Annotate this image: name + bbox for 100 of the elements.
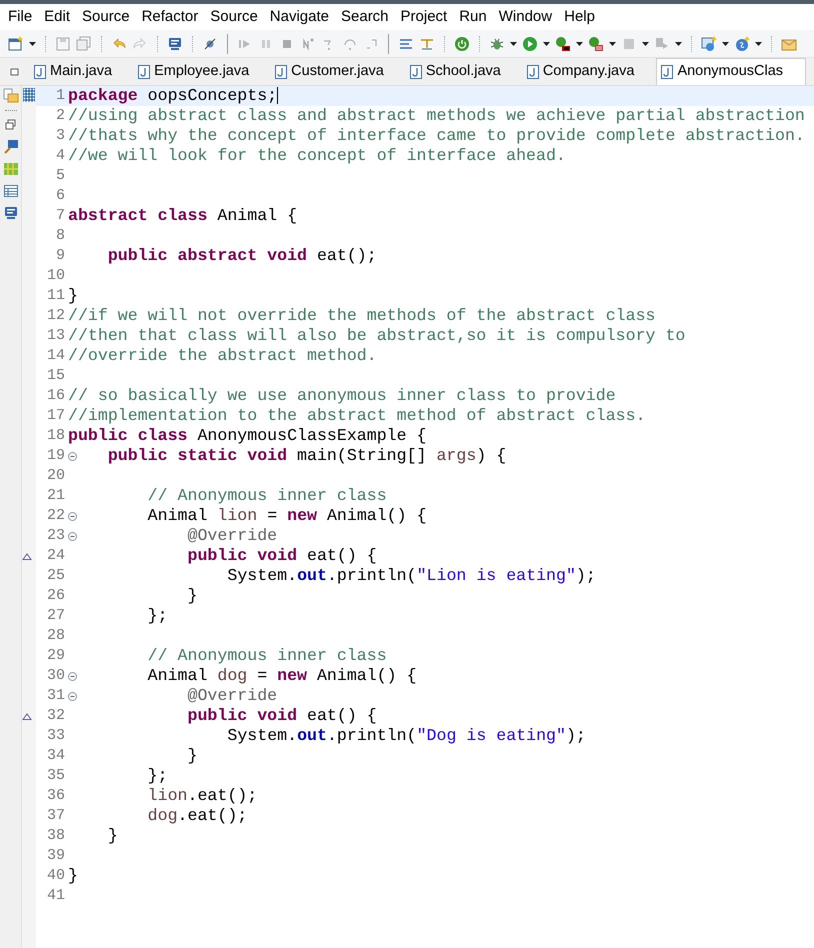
menu-item[interactable]: Run (453, 6, 493, 28)
code-line: //we will look for the concept of interface ahead. (68, 146, 566, 166)
caret-icon[interactable] (609, 42, 616, 46)
line-number: 40 (46, 866, 65, 886)
line-number: 36 (46, 786, 65, 806)
code-line: //thats why the concept of interface came to provide complete abstraction. (68, 126, 805, 146)
java-file-icon (34, 64, 46, 78)
code-line: public static void main(String[] args) { (108, 446, 506, 466)
line-number: 4 (56, 146, 65, 166)
line-number: 35 (46, 766, 65, 786)
caret-icon[interactable] (642, 42, 649, 46)
collapse-icon[interactable] (68, 672, 77, 681)
caret-icon[interactable] (675, 42, 682, 46)
code-line: }; (148, 766, 168, 786)
line-number: 21 (46, 486, 65, 506)
collapse-icon[interactable] (68, 512, 77, 521)
menu-item[interactable]: File (2, 6, 38, 28)
menu-item[interactable]: Navigate (264, 6, 335, 28)
code-line: // Anonymous inner class (148, 486, 387, 506)
menu-item[interactable]: Edit (38, 6, 76, 28)
line-number: 5 (56, 166, 65, 186)
caret-icon[interactable] (722, 42, 729, 46)
line-number: 31 (46, 686, 65, 706)
line-number: 6 (56, 186, 65, 206)
profile-icon[interactable] (588, 36, 604, 52)
editor-tab[interactable]: School.java (406, 58, 523, 85)
line-number: 15 (46, 366, 65, 386)
line-number: 9 (56, 246, 65, 266)
code-line: public abstract void eat(); (108, 246, 377, 266)
caret-icon[interactable] (755, 42, 762, 46)
line-number: 10 (46, 266, 65, 286)
code-line: // so basically we use anonymous inner class to provide (68, 386, 616, 406)
line-number: 28 (46, 626, 65, 646)
code-line: public void eat() { (188, 546, 377, 566)
new-file-icon[interactable] (8, 36, 24, 52)
monitor-icon[interactable] (167, 36, 183, 52)
code-line: // Anonymous inner class (148, 646, 387, 666)
menu-item[interactable]: Project (394, 6, 454, 28)
code-line: } (68, 866, 78, 886)
editor-tab[interactable]: Main.java (30, 58, 134, 85)
spring-icon[interactable] (734, 36, 750, 52)
undo-icon[interactable] (111, 36, 127, 52)
line-number: 17 (46, 406, 65, 426)
console-icon[interactable] (2, 205, 18, 221)
code-line: } (108, 826, 118, 846)
code-line: //then that class will also be abstract,so it is compulsory to (68, 326, 686, 346)
code-line: System.out.println("Lion is eating"); (227, 566, 596, 586)
code-line: public class AnonymousClassExample { (68, 426, 426, 446)
caret-icon[interactable] (510, 42, 517, 46)
code-line: Animal lion = new Animal() { (148, 506, 427, 526)
collapse-icon[interactable] (68, 452, 77, 461)
line-number: 24 (46, 546, 65, 566)
editor-tab[interactable]: Company.java (522, 58, 656, 85)
collapse-icon[interactable] (68, 692, 77, 701)
line-number: 38 (46, 826, 65, 846)
line-number: 13 (46, 326, 65, 346)
java-file-icon (138, 64, 150, 78)
code-line: System.out.println("Dog is eating"); (227, 726, 586, 746)
line-number: 2 (56, 106, 65, 126)
line-number: 12 (46, 306, 65, 326)
code-line: public void eat() { (188, 706, 377, 726)
line-number: 33 (46, 726, 65, 746)
coverage-icon[interactable] (555, 36, 571, 52)
line-number: 34 (46, 746, 65, 766)
line-number: 22 (46, 506, 65, 526)
caret-icon[interactable] (543, 42, 550, 46)
menu-item[interactable]: Help (558, 6, 601, 28)
menu-item[interactable]: Source (76, 6, 136, 28)
menu-item[interactable]: Window (492, 6, 558, 28)
code-line: @Override (188, 526, 278, 546)
editor-tab[interactable]: Customer.java (271, 58, 406, 85)
line-number: 30 (46, 666, 65, 686)
override-triangle-icon[interactable] (22, 553, 32, 560)
line-number: 14 (46, 346, 65, 366)
power-icon[interactable] (454, 36, 470, 52)
new-project-icon[interactable] (701, 36, 717, 52)
editor-tab[interactable]: Employee.java (134, 58, 272, 85)
line-number: 41 (46, 886, 65, 906)
caret-icon[interactable] (29, 42, 36, 46)
code-line: //if we will not override the methods of the abstract class (68, 306, 656, 326)
run-icon[interactable] (522, 36, 538, 52)
caret-icon[interactable] (576, 42, 583, 46)
line-number: 20 (46, 466, 65, 486)
code-line: //using abstract class and abstract methods we achieve partial abstraction (68, 106, 805, 126)
table-icon[interactable] (2, 183, 18, 199)
code-line: lion.eat(); (148, 786, 258, 806)
java-file-icon (275, 64, 288, 78)
menu-item[interactable]: Search (335, 6, 395, 28)
line-number: 3 (56, 126, 65, 146)
menu-item[interactable]: Refactor (136, 6, 204, 28)
line-number: 23 (46, 526, 65, 546)
code-line: @Override (188, 686, 278, 706)
override-triangle-icon[interactable] (22, 713, 32, 720)
editor-tab[interactable]: AnonymousClas (656, 58, 806, 85)
java-file-icon (526, 64, 539, 78)
package-explorer-icon[interactable] (2, 88, 18, 104)
collapse-icon[interactable] (68, 532, 77, 541)
skip-breakpoints-icon[interactable] (202, 36, 218, 52)
menu-item[interactable]: Source (204, 6, 264, 28)
line-number: 26 (46, 586, 65, 606)
